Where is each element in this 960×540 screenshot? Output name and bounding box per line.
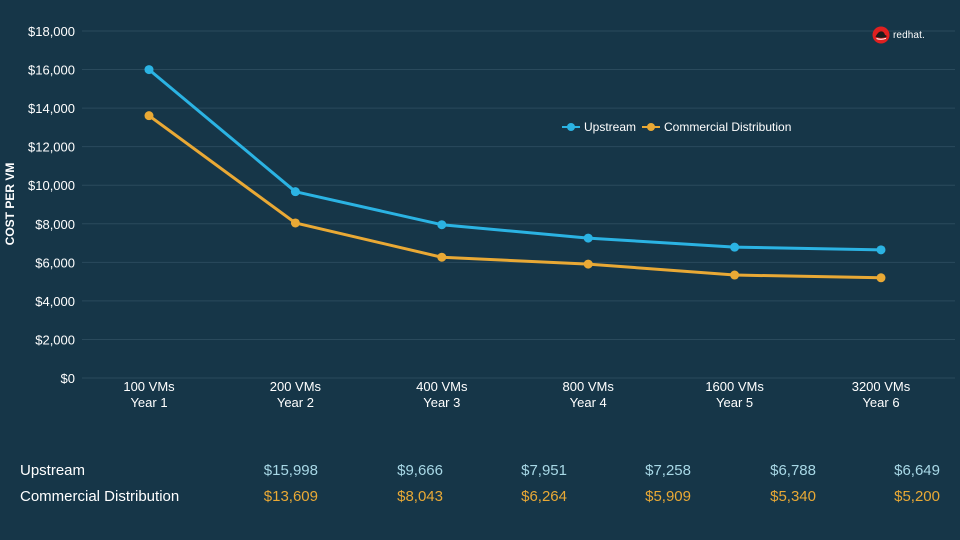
data-point — [583, 233, 593, 243]
table-cell: $5,909 — [645, 488, 691, 505]
legend-upstream-label: Upstream — [584, 120, 636, 134]
y-axis-ticks: $0 $2,000 $4,000 $6,000 $8,000 $10,000 $12,000… — [28, 24, 75, 386]
table-row-commercial: Commercial Distribution $13,609 $8,043 $… — [20, 488, 940, 510]
data-point — [583, 259, 593, 269]
data-point — [144, 65, 154, 75]
legend: Upstream Commercial Distribution — [562, 120, 791, 134]
y-tick-label: $0 — [61, 371, 75, 386]
data-point — [290, 187, 300, 197]
redhat-logo-text: redhat. — [893, 29, 925, 41]
y-tick-label: $10,000 — [28, 178, 75, 193]
table-row-upstream: Upstream $15,998 $9,666 $7,951 $7,258 $6… — [20, 462, 940, 484]
data-point — [437, 252, 447, 262]
y-tick-label: $14,000 — [28, 101, 75, 116]
x-tick-label: 100 VMs Year 1 — [123, 379, 175, 410]
cost-per-vm-chart: $0 $2,000 $4,000 $6,000 $8,000 $10,000 $12,000… — [3, 24, 955, 410]
x-tick-label: 800 VMs Year 4 — [563, 379, 615, 410]
table-cell: $7,951 — [521, 462, 567, 479]
data-point — [730, 242, 740, 252]
y-tick-label: $2,000 — [35, 332, 75, 347]
gridlines — [82, 30, 955, 379]
data-point — [144, 111, 154, 121]
data-point — [290, 218, 300, 228]
series-lines — [144, 65, 886, 283]
y-tick-label: $16,000 — [28, 63, 75, 78]
table-cell: $6,264 — [521, 488, 567, 505]
redhat-logo-icon — [872, 26, 890, 44]
data-point — [437, 220, 447, 230]
table-cell: $6,788 — [770, 462, 816, 479]
y-tick-label: $12,000 — [28, 140, 75, 155]
table-cell: $8,043 — [397, 488, 443, 505]
table-cell: $6,649 — [894, 462, 940, 479]
x-tick-label: 400 VMs Year 3 — [416, 379, 468, 410]
legend-commercial-label: Commercial Distribution — [664, 120, 791, 134]
data-point — [730, 270, 740, 280]
table-row-label: Upstream — [20, 462, 86, 479]
y-tick-label: $4,000 — [35, 294, 75, 309]
data-point — [876, 273, 886, 283]
legend-commercial-marker — [647, 123, 655, 131]
x-tick-label: 200 VMs Year 2 — [270, 379, 322, 410]
data-point — [876, 245, 886, 255]
table-cell: $7,258 — [645, 462, 691, 479]
x-axis-ticks: 100 VMs Year 1 200 VMs Year 2 400 VMs Year 3 8… — [123, 379, 910, 410]
series-line — [148, 114, 882, 280]
x-tick-label: 1600 VMs Year 5 — [705, 379, 764, 410]
x-tick-label: 3200 VMs Year 6 — [852, 379, 911, 410]
table-cell: $5,200 — [894, 488, 940, 505]
table-cell: $5,340 — [770, 488, 816, 505]
table-cell: $13,609 — [263, 488, 318, 505]
legend-upstream-marker — [567, 123, 575, 131]
y-axis-label: COST PER VM — [3, 163, 17, 246]
table-cell: $9,666 — [397, 462, 443, 479]
y-tick-label: $8,000 — [35, 217, 75, 232]
redhat-logo: redhat. — [872, 26, 925, 44]
table-cell: $15,998 — [263, 462, 318, 479]
table-row-label: Commercial Distribution — [20, 488, 180, 505]
series-line — [148, 68, 882, 252]
y-tick-label: $6,000 — [35, 255, 75, 270]
y-tick-label: $18,000 — [28, 24, 75, 39]
